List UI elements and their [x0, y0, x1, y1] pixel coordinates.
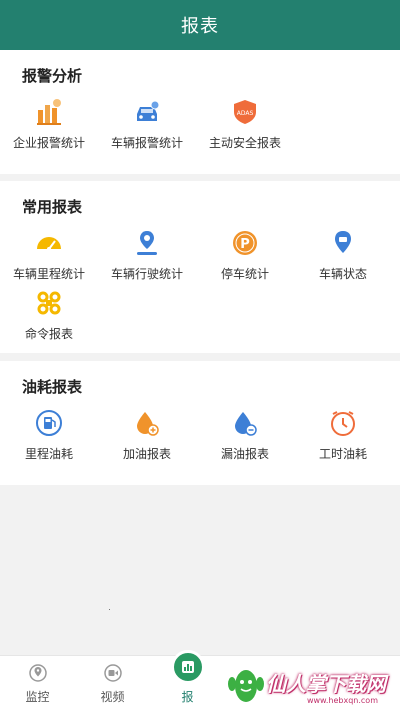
watermark-text: 仙人掌下载网: [266, 672, 386, 696]
section-alarm-analysis: 报警分析 企业报警统计 车辆报警统计 ADAS 主动安全报表: [0, 50, 400, 174]
report-command[interactable]: 命令报表: [0, 289, 98, 349]
speedometer-icon: [35, 229, 63, 257]
report-enterprise-alarm[interactable]: 企业报警统计: [0, 98, 98, 158]
item-label: 漏油报表: [220, 447, 269, 461]
command-icon: [35, 289, 63, 317]
page-title: 报表: [181, 16, 219, 37]
item-label: 企业报警统计: [12, 136, 85, 150]
building-bar-icon: [35, 98, 63, 126]
report-worktime-fuel[interactable]: 工时油耗: [294, 409, 392, 469]
section-common-reports: 常用报表 车辆里程统计 车辆行驶统计 P 停车统计 车辆状态 命令报表: [0, 181, 400, 353]
section-title: 油耗报表: [22, 378, 83, 396]
report-icon: [170, 650, 205, 684]
item-label: 车辆里程统计: [12, 267, 85, 281]
item-label: 车辆行驶统计: [110, 267, 183, 281]
report-active-safety[interactable]: ADAS 主动安全报表: [196, 98, 294, 158]
fuel-pump-icon: [35, 409, 63, 437]
report-refuel[interactable]: 加油报表: [98, 409, 196, 469]
item-label: 车辆报警统计: [110, 136, 183, 150]
tab-report[interactable]: 报: [150, 650, 225, 711]
video-icon: [102, 662, 124, 684]
monitor-pin-icon: [27, 662, 49, 684]
adas-shield-icon: ADAS: [231, 98, 259, 126]
tab-label: 监控: [25, 690, 50, 704]
item-label: 里程油耗: [24, 447, 73, 461]
item-label: 命令报表: [24, 327, 73, 341]
report-parking[interactable]: P 停车统计: [196, 229, 294, 289]
tab-monitor[interactable]: 监控: [0, 656, 75, 711]
watermark: 仙人掌下载网 www.hebxqn.com: [226, 659, 396, 709]
report-vehicle-driving[interactable]: 车辆行驶统计: [98, 229, 196, 289]
report-vehicle-mileage[interactable]: 车辆里程统计: [0, 229, 98, 289]
report-vehicle-alarm[interactable]: 车辆报警统计: [98, 98, 196, 158]
report-mileage-fuel[interactable]: 里程油耗: [0, 409, 98, 469]
item-label: 加油报表: [122, 447, 171, 461]
tab-label: 报: [181, 690, 194, 704]
section-title: 报警分析: [22, 67, 83, 85]
cactus-logo-icon: [228, 670, 264, 702]
stray-dot: [109, 609, 110, 610]
fuel-drop-minus-icon: [231, 409, 259, 437]
app-header: 报表: [0, 0, 400, 50]
report-vehicle-status[interactable]: 车辆状态: [294, 229, 392, 289]
item-label: 工时油耗: [318, 447, 367, 461]
section-title: 常用报表: [22, 198, 83, 216]
car-pin-icon: [329, 229, 357, 257]
tab-video[interactable]: 视频: [75, 656, 150, 711]
item-label: 车辆状态: [318, 267, 367, 281]
parking-icon: P: [231, 229, 259, 257]
tab-label: 视频: [100, 690, 125, 704]
item-label: 主动安全报表: [208, 136, 281, 150]
svg-text:P: P: [240, 237, 250, 252]
fuel-drop-plus-icon: [133, 409, 161, 437]
watermark-url: www.hebxqn.com: [306, 696, 378, 705]
item-label: 停车统计: [220, 267, 269, 281]
clock-timer-icon: [329, 409, 357, 437]
car-alarm-icon: [133, 98, 161, 126]
report-fuel-leak[interactable]: 漏油报表: [196, 409, 294, 469]
location-route-icon: [133, 229, 161, 257]
svg-text:ADAS: ADAS: [237, 110, 254, 117]
section-fuel-reports: 油耗报表 里程油耗 加油报表 漏油报表 工时油耗: [0, 361, 400, 485]
